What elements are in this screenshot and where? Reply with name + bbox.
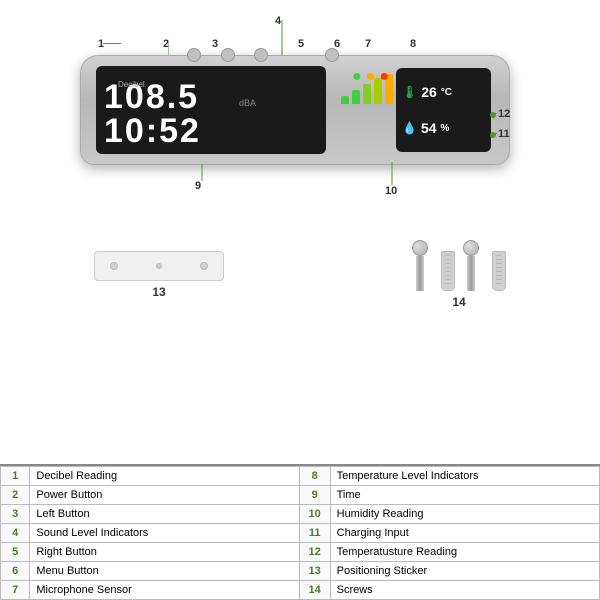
label-8: 8 xyxy=(410,38,416,50)
device-body: Decibel 108.5 10:52 dBA ● ● ● 🌡 xyxy=(80,55,510,165)
screw-head-1 xyxy=(412,240,428,256)
time-display: 10:52 xyxy=(104,114,318,148)
label-12: 12 xyxy=(498,108,510,120)
legend-num2-10: 10 xyxy=(299,505,330,524)
screw-body-1 xyxy=(416,256,424,291)
dba-label: dBA xyxy=(239,98,256,108)
screws-group: 14 xyxy=(412,240,506,309)
device-screen: Decibel 108.5 10:52 dBA xyxy=(96,66,326,154)
legend-num2-9: 9 xyxy=(299,486,330,505)
line-10 xyxy=(390,162,395,186)
legend-num-1: 1 xyxy=(1,467,30,486)
legend-label-3: Left Button xyxy=(30,505,299,524)
legend-num2-12: 12 xyxy=(299,543,330,562)
legend-label2-8: Temperature Level Indicators xyxy=(330,467,599,486)
screws-items xyxy=(412,240,506,291)
legend-row-3: 4 Sound Level Indicators 11 Charging Inp… xyxy=(1,524,600,543)
line-9 xyxy=(200,164,205,182)
legend-label-1: Decibel Reading xyxy=(30,467,299,486)
legend-label2-12: Temperatusture Reading xyxy=(330,543,599,562)
positioning-sticker xyxy=(94,251,224,281)
legend-num2-14: 14 xyxy=(299,581,330,600)
legend-num2-11: 11 xyxy=(299,524,330,543)
screw-head-2 xyxy=(463,240,479,256)
legend-row-2: 3 Left Button 10 Humidity Reading xyxy=(1,505,600,524)
bar-3 xyxy=(363,84,371,104)
power-button-indicator xyxy=(187,48,201,62)
label-7: 7 xyxy=(365,38,371,50)
legend-label-6: Menu Button xyxy=(30,562,299,581)
label-1: 1 xyxy=(98,38,104,50)
temp-value: 26 xyxy=(421,84,437,100)
sticker-right-dot xyxy=(200,262,208,270)
legend-num-3: 3 xyxy=(1,505,30,524)
legend-row-6: 7 Microphone Sensor 14 Screws xyxy=(1,581,600,600)
anchor-1 xyxy=(441,251,455,291)
legend-row-5: 6 Menu Button 13 Positioning Sticker xyxy=(1,562,600,581)
humidity-display: 💧 54 % xyxy=(402,120,485,136)
temp-unit: °C xyxy=(441,87,452,98)
label-11: 11 xyxy=(498,128,510,140)
line-11 xyxy=(491,133,497,134)
diagram-area: 1 2 3 4 5 6 7 8 Decibel 108.5 10:52 dBA xyxy=(0,0,600,340)
bar-2 xyxy=(352,90,360,104)
legend-label2-11: Charging Input xyxy=(330,524,599,543)
legend-num-5: 5 xyxy=(1,543,30,562)
anchor-2 xyxy=(492,251,506,291)
humidity-unit: % xyxy=(441,123,450,134)
temp-indicators: ● ● ● xyxy=(352,68,389,86)
legend-label-5: Right Button xyxy=(30,543,299,562)
temperature-display: 🌡 26 °C xyxy=(402,84,485,100)
line-svg-2 xyxy=(168,42,188,56)
bar-1 xyxy=(341,96,349,104)
label-5: 5 xyxy=(298,38,304,50)
label-3: 3 xyxy=(212,38,218,50)
right-panel: 🌡 26 °C 💧 54 % xyxy=(396,68,491,152)
line-svg-4 xyxy=(280,20,285,56)
screw-item-2 xyxy=(463,240,479,291)
sticker-label: 13 xyxy=(94,285,224,299)
screw-item-1 xyxy=(412,240,428,291)
legend-label2-9: Time xyxy=(330,486,599,505)
humidity-value: 54 xyxy=(421,120,437,136)
legend-num-4: 4 xyxy=(1,524,30,543)
sticker-group: 13 xyxy=(94,251,224,299)
legend-row-0: 1 Decibel Reading 8 Temperature Level In… xyxy=(1,467,600,486)
sticker-center-dot xyxy=(156,263,162,269)
legend-row-4: 5 Right Button 12 Temperatusture Reading xyxy=(1,543,600,562)
legend-label-7: Microphone Sensor xyxy=(30,581,299,600)
legend-num-6: 6 xyxy=(1,562,30,581)
accessories-row: 13 14 xyxy=(0,240,600,309)
label-10: 10 xyxy=(385,185,397,197)
legend-label2-14: Screws xyxy=(330,581,599,600)
screw-body-2 xyxy=(467,256,475,291)
right-button-indicator xyxy=(254,48,268,62)
screws-label: 14 xyxy=(412,295,506,309)
left-button-indicator xyxy=(221,48,235,62)
line-1 xyxy=(103,43,121,44)
legend-label2-13: Positioning Sticker xyxy=(330,562,599,581)
legend-label-2: Power Button xyxy=(30,486,299,505)
legend-num-2: 2 xyxy=(1,486,30,505)
legend-num2-13: 13 xyxy=(299,562,330,581)
menu-button-indicator xyxy=(325,48,339,62)
legend-table: 1 Decibel Reading 8 Temperature Level In… xyxy=(0,464,600,600)
device-brand-label: Decibel xyxy=(118,80,145,89)
legend-num2-8: 8 xyxy=(299,467,330,486)
legend-row-1: 2 Power Button 9 Time xyxy=(1,486,600,505)
legend-grid: 1 Decibel Reading 8 Temperature Level In… xyxy=(0,466,600,600)
legend-label-4: Sound Level Indicators xyxy=(30,524,299,543)
legend-label2-10: Humidity Reading xyxy=(330,505,599,524)
sticker-left-dot xyxy=(110,262,118,270)
legend-num-7: 7 xyxy=(1,581,30,600)
line-12 xyxy=(491,113,497,114)
